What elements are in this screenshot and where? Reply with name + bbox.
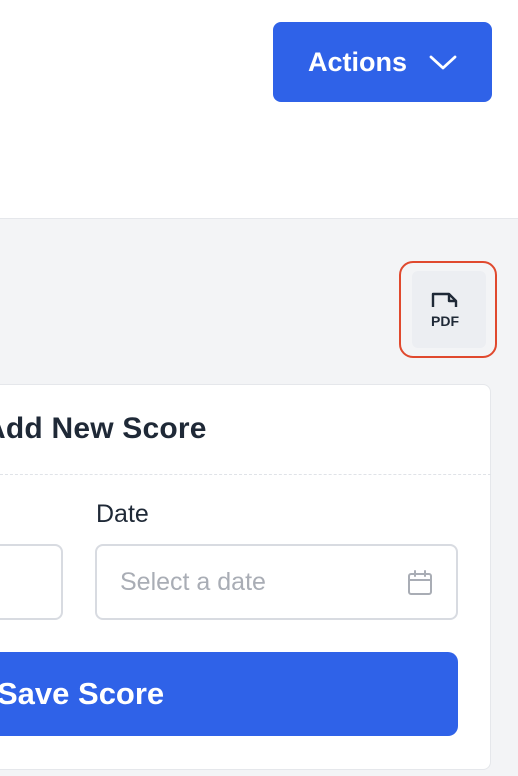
date-label: Date [96, 500, 149, 528]
card-divider [0, 474, 491, 475]
pdf-button-surface: PDF [412, 271, 486, 348]
calendar-icon [408, 570, 432, 595]
date-input[interactable]: Select a date [95, 544, 458, 620]
actions-button[interactable]: Actions [273, 22, 492, 102]
card-title: Add New Score [0, 412, 207, 445]
save-score-button[interactable]: Save Score [0, 652, 458, 736]
pdf-icon-text: PDF [431, 313, 459, 329]
pdf-file-icon: PDF [431, 292, 459, 329]
actions-button-label: Actions [307, 46, 407, 77]
export-pdf-button[interactable]: PDF [399, 261, 497, 358]
chevron-down-icon [429, 55, 457, 70]
save-score-label: Save Score [0, 676, 165, 711]
date-placeholder: Select a date [120, 568, 266, 596]
score-input[interactable] [0, 544, 63, 620]
